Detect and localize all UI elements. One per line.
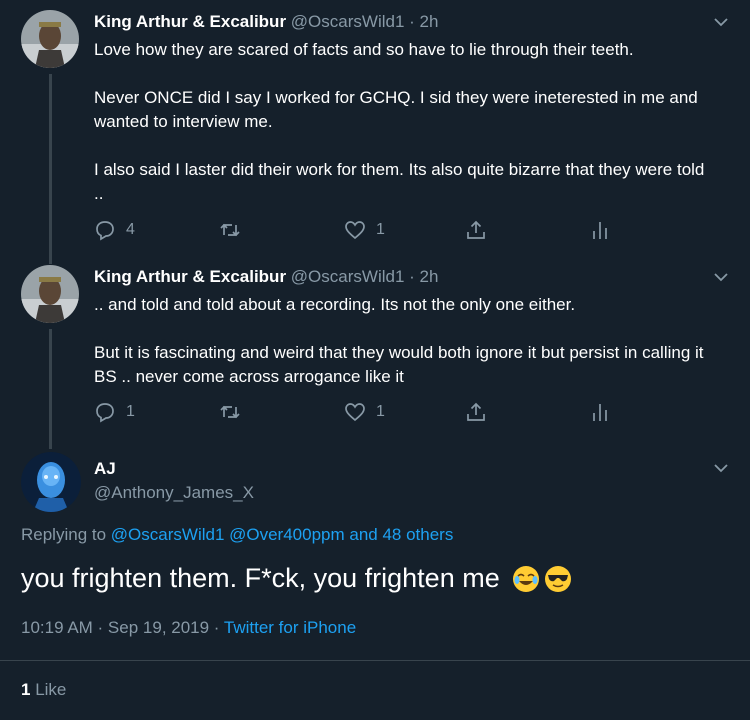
tweet-text: Love how they are scared of facts and so… [94,40,634,59]
reply-button[interactable]: 1 [94,401,135,423]
tweet-text: you frighten them. F*ck, you frighten me [21,563,572,594]
avatar[interactable] [21,10,79,68]
handle[interactable]: @Anthony_James_X [94,483,254,503]
like-total: 1 [21,680,31,699]
tweet-text-content: you frighten them. F*ck, you frighten me [21,563,500,593]
timestamp[interactable]: 10:19 AM · Sep 19, 2019 · [21,618,224,637]
replying-to: Replying to @OscarsWild1 @Over400ppm and… [21,525,453,545]
like-label: Like [35,680,67,699]
avatar[interactable] [21,452,81,512]
reply-count: 1 [126,403,135,420]
retweet-button[interactable] [218,219,252,241]
tweet-text: I also said I laster did their work for … [94,160,705,203]
display-name[interactable]: King Arthur & Excalibur [94,267,286,286]
joy-emoji-icon [512,565,539,592]
display-name[interactable]: King Arthur & Excalibur [94,12,286,31]
retweet-icon [220,405,240,419]
likes-summary[interactable]: 1 Like [21,680,66,700]
reply-icon [96,403,114,423]
retweet-icon [220,223,240,237]
like-button[interactable]: 1 [344,401,385,423]
reply-icon [96,221,114,241]
share-button[interactable] [465,401,487,423]
replying-users-link[interactable]: @OscarsWild1 @Over400ppm and 48 others [111,525,454,544]
like-count: 1 [376,403,385,420]
tweet-text: Never ONCE did I say I worked for GCHQ. … [94,88,698,131]
heart-icon [345,221,365,240]
share-icon [467,220,485,239]
tweet-time[interactable]: · 2h [409,12,438,31]
handle[interactable]: @OscarsWild1 [291,12,405,31]
share-button[interactable] [465,219,487,241]
reply-button[interactable]: 4 [94,219,135,241]
avatar[interactable] [21,265,79,323]
thread-tweet-1[interactable]: King Arthur & Excalibur @OscarsWild1 · 2… [0,0,750,264]
like-count: 1 [376,221,385,238]
tweet-text: But it is fascinating and weird that the… [94,343,704,386]
tweet-text: .. and told and told about a recording. … [94,295,576,314]
retweet-button[interactable] [218,401,252,423]
display-name[interactable]: AJ [94,459,116,479]
analytics-icon [593,404,607,421]
thread-line [49,74,52,264]
chevron-down-icon[interactable] [712,268,730,286]
like-button[interactable]: 1 [344,219,385,241]
tweet-meta: 10:19 AM · Sep 19, 2019 · Twitter for iP… [21,618,356,638]
analytics-button[interactable] [590,219,610,241]
heart-icon [345,403,365,422]
analytics-button[interactable] [590,401,610,423]
replying-prefix: Replying to [21,525,107,544]
reply-count: 4 [126,221,135,238]
thread-line [49,329,52,449]
tweet-time[interactable]: · 2h [409,267,438,286]
chevron-down-icon[interactable] [712,459,730,477]
thread-tweet-2[interactable]: King Arthur & Excalibur @OscarsWild1 · 2… [0,255,750,449]
source-link[interactable]: Twitter for iPhone [224,618,356,637]
share-icon [467,402,485,421]
analytics-icon [593,222,607,239]
sunglasses-emoji-icon [544,565,571,592]
chevron-down-icon[interactable] [712,13,730,31]
divider [0,660,750,661]
handle[interactable]: @OscarsWild1 [291,267,405,286]
